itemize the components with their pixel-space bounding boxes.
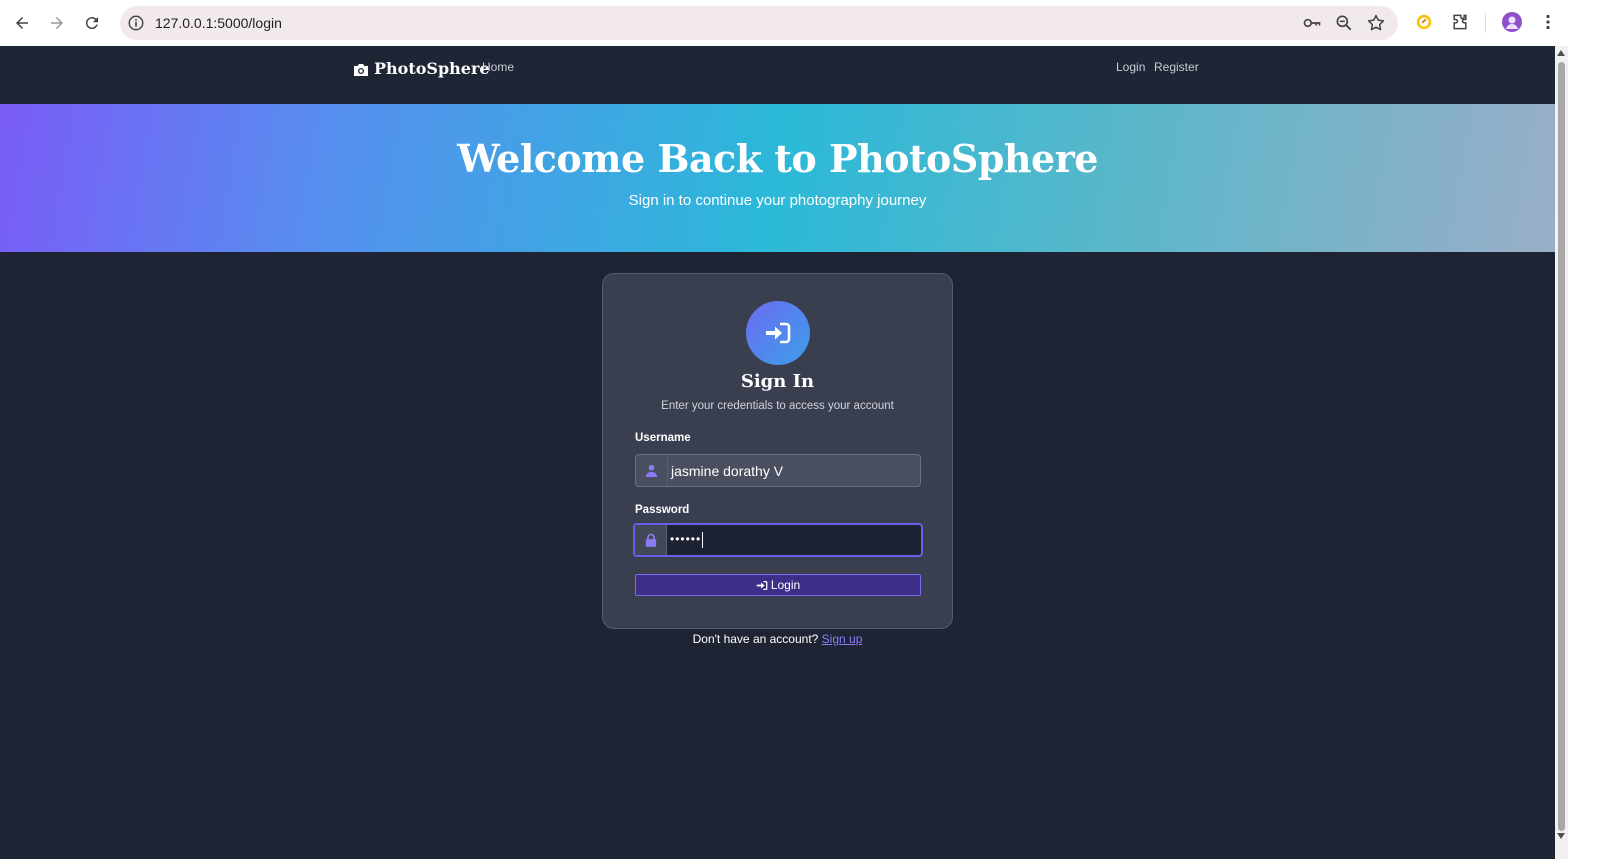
info-icon[interactable]: [127, 14, 145, 32]
login-card: Sign In Enter your credentials to access…: [602, 273, 953, 629]
brand-name: PhotoSphere: [374, 59, 490, 78]
signup-prompt: Don't have an account? Sign up: [0, 632, 1555, 646]
scroll-thumb[interactable]: [1558, 62, 1565, 831]
forward-icon[interactable]: [45, 11, 69, 35]
login-button-label: Login: [770, 578, 801, 592]
brand-logo[interactable]: PhotoSphere: [353, 59, 490, 78]
key-icon[interactable]: [1302, 13, 1322, 33]
back-icon[interactable]: [10, 11, 34, 35]
page-scrollbar[interactable]: [1555, 46, 1568, 859]
star-icon[interactable]: [1366, 13, 1386, 33]
hero-title: Welcome Back to PhotoSphere: [457, 136, 1098, 181]
sign-in-icon: [756, 580, 768, 590]
card-title: Sign In: [740, 371, 815, 392]
lock-icon: [635, 525, 667, 555]
zoom-icon[interactable]: [1334, 13, 1354, 33]
sign-in-icon: [746, 301, 810, 365]
reload-icon[interactable]: [80, 11, 104, 35]
password-field[interactable]: ••••••: [633, 523, 923, 557]
username-label: Username: [635, 432, 691, 444]
hero-subtitle: Sign in to continue your photography jou…: [628, 192, 927, 209]
menu-icon[interactable]: [1537, 11, 1559, 33]
password-label: Password: [635, 504, 690, 516]
url-text[interactable]: 127.0.0.1:5000/login: [155, 15, 282, 31]
scroll-down-arrow[interactable]: [1557, 833, 1565, 839]
user-icon: [636, 455, 668, 486]
username-field[interactable]: jasmine dorathy V: [635, 454, 921, 487]
nav-home-link[interactable]: Home: [482, 60, 514, 74]
signup-prompt-text: Don't have an account?: [692, 632, 819, 646]
hero-banner: Welcome Back to PhotoSphere Sign in to c…: [0, 104, 1555, 252]
nav-register-link[interactable]: Register: [1154, 60, 1199, 74]
puzzle-icon[interactable]: [1449, 11, 1471, 33]
signup-link[interactable]: Sign up: [822, 632, 863, 646]
card-subtitle: Enter your credentials to access your ac…: [661, 400, 894, 412]
username-value[interactable]: jasmine dorathy V: [668, 463, 783, 479]
scroll-up-arrow[interactable]: [1557, 50, 1565, 56]
login-button[interactable]: Login: [635, 574, 921, 596]
password-value[interactable]: ••••••: [667, 532, 704, 548]
browser-toolbar: 127.0.0.1:5000/login: [0, 0, 1599, 46]
nav-login-link[interactable]: Login: [1116, 60, 1145, 74]
profile-icon[interactable]: [1501, 11, 1523, 33]
address-bar[interactable]: 127.0.0.1:5000/login: [120, 6, 1398, 40]
app-navbar: PhotoSphere Home Login Register: [0, 46, 1585, 104]
extension-icon[interactable]: [1413, 11, 1435, 33]
camera-icon: [353, 62, 369, 76]
